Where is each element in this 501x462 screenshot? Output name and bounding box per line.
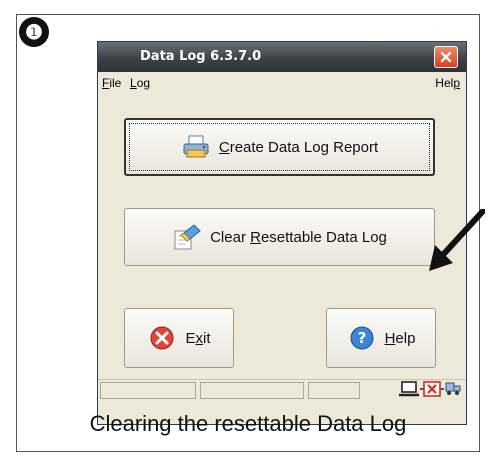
help-icon: ? (347, 323, 377, 353)
menu-help[interactable]: Help (435, 76, 460, 90)
disconnected-icon (420, 381, 444, 397)
status-pane-1 (100, 382, 196, 399)
menu-file-label: ile (109, 76, 122, 90)
exit-button-label: Exit (185, 329, 211, 347)
window-title: Data Log 6.3.7.0 (140, 49, 262, 64)
clear-resettable-data-log-button[interactable]: Clear Resettable Data Log (124, 208, 435, 266)
eraser-icon (172, 222, 202, 252)
connection-status (398, 381, 462, 397)
laptop-icon (399, 381, 419, 397)
exit-button[interactable]: Exit (124, 308, 234, 368)
step-number-badge: ❶ (19, 17, 49, 47)
menu-log-mnemonic: L (130, 76, 137, 90)
status-bar (98, 379, 466, 402)
menu-log-label: og (136, 76, 151, 90)
menu-help-mnemonic: p (453, 76, 460, 90)
create-button-label: Create Data Log Report (218, 138, 379, 156)
close-button[interactable] (434, 46, 458, 68)
exit-icon (147, 323, 177, 353)
menu-log[interactable]: Log (130, 76, 150, 90)
title-bar: Data Log 6.3.7.0 (98, 42, 466, 72)
create-data-log-report-button[interactable]: Create Data Log Report (124, 118, 435, 176)
svg-text:?: ? (357, 329, 366, 347)
data-log-window: Data Log 6.3.7.0 File Log Help Create Da… (97, 41, 467, 425)
help-button[interactable]: ? Help (326, 308, 436, 368)
help-button-label: Help (384, 329, 416, 347)
illustration-frame: ❶ Data Log 6.3.7.0 File Log Help Create … (16, 14, 485, 452)
menu-file[interactable]: File (102, 76, 121, 90)
window-content: Create Data Log Report Clear Resettable … (98, 94, 466, 402)
pointer-arrow (429, 209, 485, 271)
menu-bar: File Log Help (98, 72, 466, 94)
clear-button-label: Clear Resettable Data Log (210, 228, 387, 246)
close-icon (440, 51, 452, 63)
status-pane-2 (200, 382, 304, 399)
menu-help-label: Hel (435, 76, 454, 90)
status-pane-3 (308, 382, 360, 399)
figure-caption: Clearing the resettable Data Log (89, 411, 407, 436)
vehicle-icon (445, 382, 461, 395)
